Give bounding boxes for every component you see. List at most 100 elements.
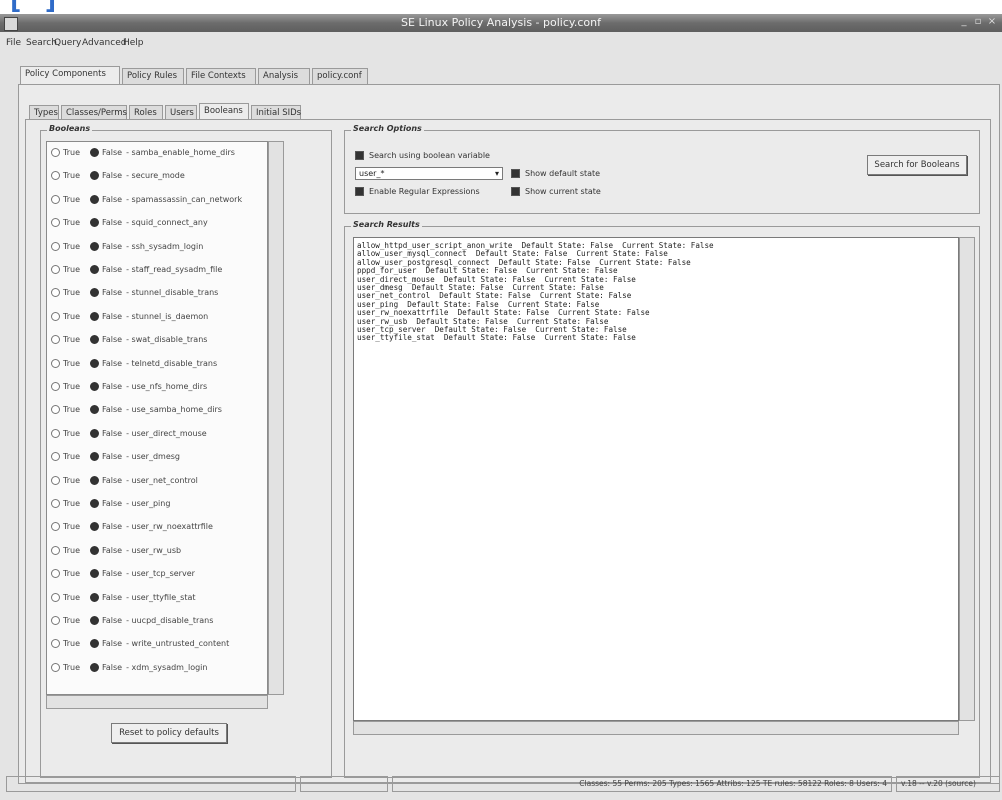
menu-search[interactable]: Search: [26, 38, 57, 48]
booleans-horizontal-scrollbar[interactable]: [46, 695, 268, 709]
results-vertical-scrollbar[interactable]: [959, 237, 975, 721]
false-radio[interactable]: [90, 241, 99, 251]
chevron-down-icon[interactable]: ▾: [495, 168, 499, 179]
true-radio[interactable]: [51, 662, 60, 672]
enable-regex-label: Enable Regular Expressions: [369, 187, 480, 196]
false-radio[interactable]: [90, 218, 99, 228]
boolean-row: True False - staff_read_sysadm_file: [51, 265, 222, 281]
menu-query[interactable]: Query: [54, 38, 81, 48]
false-radio[interactable]: [90, 662, 99, 672]
true-label: True: [63, 639, 80, 649]
tab-policy-rules[interactable]: Policy Rules: [122, 68, 184, 84]
true-radio[interactable]: [51, 171, 60, 181]
false-radio[interactable]: [90, 522, 99, 532]
false-radio[interactable]: [90, 288, 99, 298]
true-label: True: [63, 288, 80, 298]
show-default-checkbox[interactable]: [511, 169, 520, 178]
results-horizontal-scrollbar[interactable]: [353, 721, 959, 735]
boolean-row: True False - secure_mode: [51, 171, 185, 187]
true-radio[interactable]: [51, 382, 60, 391]
menu-file[interactable]: File: [6, 38, 21, 48]
false-radio[interactable]: [90, 475, 99, 485]
false-label: False: [102, 428, 123, 438]
true-radio[interactable]: [51, 452, 60, 462]
true-radio[interactable]: [51, 265, 60, 274]
false-radio[interactable]: [90, 405, 99, 415]
false-radio[interactable]: [90, 171, 99, 181]
boolean-variable-combo[interactable]: user_* ▾: [355, 167, 503, 180]
true-radio[interactable]: [51, 616, 60, 625]
false-radio[interactable]: [90, 616, 99, 625]
true-label: True: [63, 241, 80, 251]
tab-policy-components[interactable]: Policy Components: [20, 66, 120, 84]
true-radio[interactable]: [51, 475, 60, 485]
true-radio[interactable]: [51, 311, 60, 321]
tab-policy-conf[interactable]: policy.conf: [312, 68, 368, 84]
false-radio[interactable]: [90, 311, 99, 321]
false-label: False: [102, 405, 123, 415]
false-radio[interactable]: [90, 569, 99, 579]
close-icon[interactable]: ×: [986, 16, 998, 28]
tab-analysis[interactable]: Analysis: [258, 68, 310, 84]
false-radio[interactable]: [90, 452, 99, 462]
false-radio[interactable]: [90, 358, 99, 368]
false-label: False: [102, 288, 123, 298]
boolean-row: True False - write_untrusted_content: [51, 639, 229, 655]
false-radio[interactable]: [90, 382, 99, 391]
search-results-text[interactable]: allow_httpd_user_script_anon_write Defau…: [353, 237, 959, 721]
maximize-icon[interactable]: ▫: [972, 16, 984, 28]
boolean-row: True False - xdm_sysadm_login: [51, 662, 207, 679]
true-radio[interactable]: [51, 428, 60, 438]
false-label: False: [102, 569, 123, 579]
menu-advanced[interactable]: Advanced: [82, 38, 126, 48]
false-radio[interactable]: [90, 335, 99, 345]
true-radio[interactable]: [51, 335, 60, 345]
true-radio[interactable]: [51, 241, 60, 251]
use-boolean-variable-option[interactable]: Search using boolean variable: [355, 151, 490, 160]
reset-policy-defaults-button[interactable]: Reset to policy defaults: [111, 723, 227, 743]
true-radio[interactable]: [51, 569, 60, 579]
boolean-row: True False - samba_enable_home_dirs: [51, 148, 235, 164]
boolean-name: - spamassassin_can_network: [126, 194, 243, 204]
false-radio[interactable]: [90, 499, 99, 508]
false-radio[interactable]: [90, 265, 99, 274]
tab-file-contexts[interactable]: File Contexts: [186, 68, 256, 84]
true-radio[interactable]: [51, 194, 60, 204]
true-label: True: [63, 194, 80, 204]
false-radio[interactable]: [90, 194, 99, 204]
menu-help[interactable]: Help: [123, 38, 144, 48]
show-default-state-option[interactable]: Show default state: [511, 169, 600, 178]
boolean-row: True False - ssh_sysadm_login: [51, 241, 203, 258]
false-label: False: [102, 616, 123, 625]
boolean-name: - user_net_control: [126, 475, 198, 485]
show-current-state-option[interactable]: Show current state: [511, 187, 601, 196]
enable-regex-option[interactable]: Enable Regular Expressions: [355, 187, 480, 196]
true-radio[interactable]: [51, 358, 60, 368]
true-radio[interactable]: [51, 148, 60, 157]
true-radio[interactable]: [51, 639, 60, 649]
booleans-vertical-scrollbar[interactable]: [268, 141, 284, 695]
search-booleans-button[interactable]: Search for Booleans: [867, 155, 967, 175]
minimize-icon[interactable]: _: [958, 16, 970, 28]
false-radio[interactable]: [90, 428, 99, 438]
true-radio[interactable]: [51, 499, 60, 508]
true-radio[interactable]: [51, 592, 60, 602]
false-radio[interactable]: [90, 639, 99, 649]
true-radio[interactable]: [51, 218, 60, 228]
true-radio[interactable]: [51, 405, 60, 415]
false-radio[interactable]: [90, 148, 99, 157]
boolean-row: True False - spamassassin_can_network: [51, 194, 243, 211]
use-variable-checkbox[interactable]: [355, 151, 364, 160]
false-radio[interactable]: [90, 592, 99, 602]
false-label: False: [102, 194, 123, 204]
true-radio[interactable]: [51, 545, 60, 555]
show-current-checkbox[interactable]: [511, 187, 520, 196]
search-options-frame: Search Options Search using boolean vari…: [344, 124, 980, 214]
booleans-panel: Booleans True False - samba_enable_home_di…: [25, 119, 991, 783]
false-radio[interactable]: [90, 545, 99, 555]
true-label: True: [63, 569, 80, 579]
booleans-frame: Booleans True False - samba_enable_home_di…: [40, 124, 332, 778]
true-radio[interactable]: [51, 288, 60, 298]
true-radio[interactable]: [51, 522, 60, 532]
enable-regex-checkbox[interactable]: [355, 187, 364, 196]
